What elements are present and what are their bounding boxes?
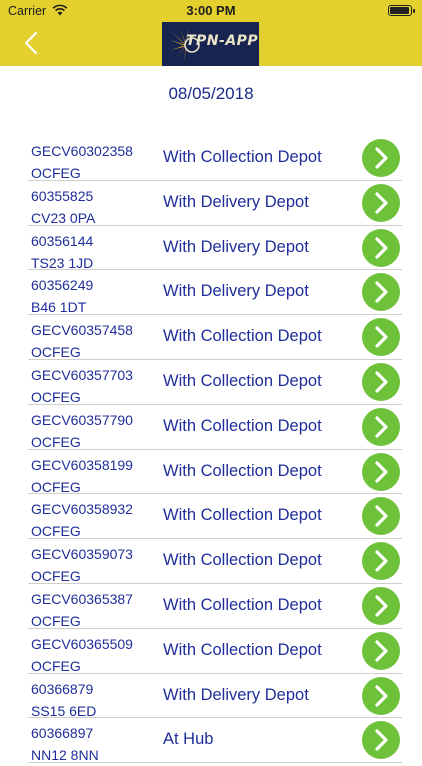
consignment-number: GECV60357458 (31, 322, 133, 339)
open-details-button[interactable] (362, 273, 400, 312)
open-details-button[interactable] (362, 139, 400, 177)
chevron-right-icon (375, 192, 388, 214)
consignment-reference: GECV60365387 OCFEG (31, 588, 133, 632)
open-details-button[interactable] (362, 318, 400, 357)
consignment-status: With Collection Depot (163, 506, 322, 525)
logo-text: TPN-APP (186, 33, 259, 49)
consignment-number: GECV60365387 (31, 590, 133, 607)
list-item[interactable]: 60356144 TS23 1JD With Delivery Depot (0, 226, 422, 271)
consignment-reference: GECV60302358 OCFEG (31, 140, 133, 184)
consignment-number: 60355825 (31, 187, 94, 204)
consignment-number: GECV60357790 (31, 411, 133, 428)
open-details-button[interactable] (362, 362, 400, 401)
list-item[interactable]: 60355825 CV23 0PA With Delivery Depot (0, 181, 422, 226)
list-item[interactable]: 60366879 SS15 6ED With Delivery Depot (0, 674, 422, 719)
consignment-status: With Collection Depot (163, 416, 322, 435)
consignment-number: 60356249 (31, 277, 94, 294)
consignment-reference: 60356144 TS23 1JD (31, 230, 93, 274)
back-button[interactable] (16, 28, 46, 58)
consignment-reference: GECV60359073 OCFEG (31, 543, 133, 587)
consignment-status: With Delivery Depot (163, 237, 309, 256)
list-item[interactable]: GECV60365387 OCFEG With Collection Depot (0, 584, 422, 629)
date-title: 08/05/2018 (168, 84, 254, 103)
consignment-reference: GECV60357458 OCFEG (31, 319, 133, 363)
open-details-button[interactable] (362, 542, 400, 581)
app-logo: TPN-APP (162, 22, 259, 66)
consignment-number: GECV60365509 (31, 635, 133, 652)
battery-icon (388, 5, 415, 16)
list-item[interactable]: GECV60359073 OCFEG With Collection Depot (0, 539, 422, 584)
chevron-right-icon (375, 416, 388, 438)
consignment-reference: GECV60357790 OCFEG (31, 409, 133, 453)
consignment-status: With Collection Depot (163, 640, 322, 659)
chevron-right-icon (375, 684, 388, 707)
open-details-button[interactable] (362, 183, 400, 222)
consignment-number: GECV60358932 (31, 501, 133, 518)
consignment-reference: GECV60357703 OCFEG (31, 364, 133, 408)
consignment-number: 60366879 (31, 680, 94, 697)
consignment-status: With Collection Depot (163, 327, 322, 346)
consignment-number: 60356144 (31, 232, 94, 249)
chevron-right-icon (375, 505, 388, 527)
consignment-number: 60366897 (31, 725, 94, 742)
consignment-status: With Delivery Depot (163, 282, 309, 301)
chevron-right-icon (375, 371, 388, 393)
consignment-number: GECV60357703 (31, 366, 133, 383)
chevron-right-icon (375, 326, 388, 348)
chevron-right-icon (375, 281, 388, 303)
consignment-postcode: NN12 8NN (31, 747, 99, 764)
list-item[interactable]: GECV60358932 OCFEG With Collection Depot (0, 494, 422, 539)
consignment-reference: 60366879 SS15 6ED (31, 678, 96, 722)
list-item[interactable]: GECV60302358 OCFEG With Collection Depot (0, 136, 422, 181)
chevron-right-icon (375, 550, 388, 572)
list-item[interactable]: 60366897 NN12 8NN At Hub (0, 718, 422, 763)
open-details-button[interactable] (362, 228, 400, 267)
list-item[interactable]: GECV60357790 OCFEG With Collection Depot (0, 405, 422, 450)
open-details-button[interactable] (362, 452, 400, 491)
status-bar: Carrier 3:00 PM (0, 0, 422, 22)
consignment-status: With Collection Depot (163, 461, 322, 480)
consignment-number: GECV60359073 (31, 546, 133, 563)
chevron-right-icon (375, 460, 388, 483)
open-details-button[interactable] (362, 497, 400, 536)
consignment-reference: 60366897 NN12 8NN (31, 722, 99, 766)
consignment-number: GECV60302358 (31, 143, 133, 159)
chevron-right-icon (375, 595, 388, 617)
open-details-button[interactable] (362, 721, 400, 760)
list-item[interactable]: 60356249 B46 1DT With Delivery Depot (0, 270, 422, 315)
list-item[interactable]: GECV60358199 OCFEG With Collection Depot (0, 450, 422, 495)
consignment-status: With Collection Depot (163, 148, 322, 166)
chevron-right-icon (375, 147, 388, 169)
consignment-reference: 60356249 B46 1DT (31, 274, 93, 318)
clock-time: 3:00 PM (186, 3, 236, 18)
consignment-reference: GECV60358932 OCFEG (31, 498, 133, 542)
open-details-button[interactable] (362, 631, 400, 670)
list-item[interactable]: GECV60357703 OCFEG With Collection Depot (0, 360, 422, 405)
consignment-reference: GECV60358199 OCFEG (31, 454, 133, 498)
list-item[interactable]: GECV60365509 OCFEG With Collection Depot (0, 629, 422, 674)
consignment-status: With Collection Depot (163, 371, 322, 390)
consignment-reference: GECV60365509 OCFEG (31, 633, 133, 677)
consignment-status: At Hub (163, 730, 214, 749)
consignment-reference: 60355825 CV23 0PA (31, 185, 95, 229)
consignment-list: GECV60302358 OCFEG With Collection Depot 60… (0, 136, 422, 763)
open-details-button[interactable] (362, 676, 400, 715)
consignment-status: With Collection Depot (163, 551, 322, 570)
consignment-status: With Delivery Depot (163, 192, 309, 211)
open-details-button[interactable] (362, 407, 400, 446)
list-item[interactable]: GECV60357458 OCFEG With Collection Depot (0, 315, 422, 360)
consignment-number: GECV60358199 (31, 456, 133, 473)
consignment-status: With Collection Depot (163, 595, 322, 614)
chevron-right-icon (375, 640, 388, 662)
chevron-right-icon (375, 236, 388, 259)
chevron-right-icon (375, 729, 388, 751)
consignment-status: With Delivery Depot (163, 685, 309, 704)
open-details-button[interactable] (362, 586, 400, 625)
chevron-left-icon (24, 31, 38, 55)
